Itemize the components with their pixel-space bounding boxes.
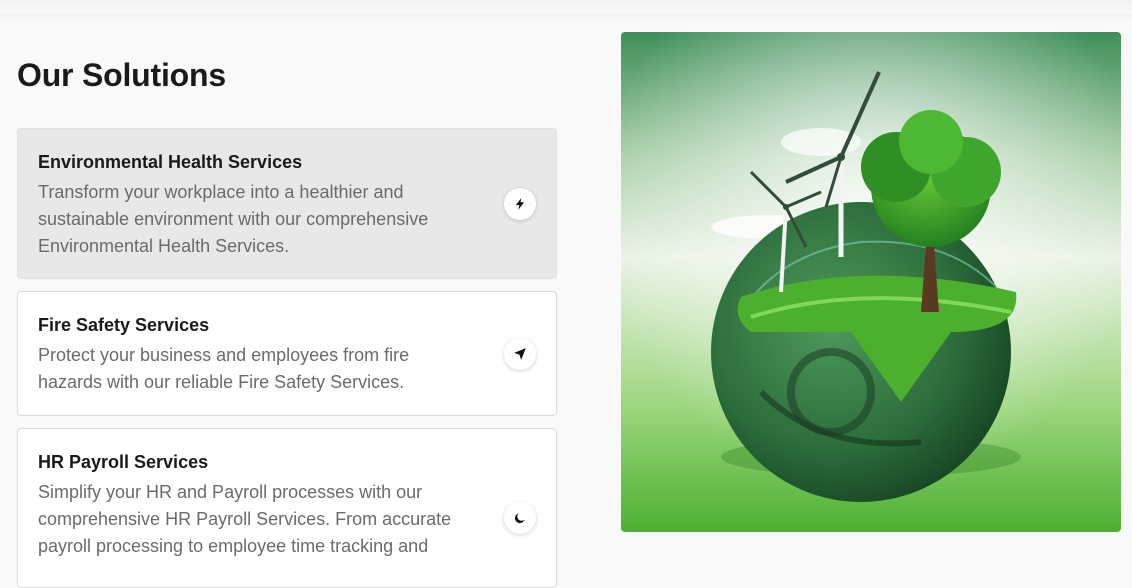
green-globe-illustration: [621, 32, 1121, 532]
solution-card-title: Environmental Health Services: [38, 152, 303, 172]
crescent-moon-icon: [504, 502, 536, 534]
hero-image: [621, 32, 1121, 532]
solution-card-description: Simplify your HR and Payroll processes w…: [38, 482, 452, 556]
solution-card-description: Protect your business and employees from…: [38, 345, 410, 392]
solution-card-description: Transform your workplace into a healthie…: [38, 182, 429, 256]
top-bar: [0, 0, 1132, 14]
solution-card-title: HR Payroll Services: [38, 452, 209, 472]
solution-card-hr-payroll[interactable]: HR Payroll Services Simplify your HR and…: [17, 428, 557, 588]
page-title: Our Solutions: [17, 57, 226, 93]
solution-card-environmental-health[interactable]: Environmental Health Services Transform …: [17, 128, 557, 279]
navigation-arrow-icon: [504, 338, 536, 370]
lightning-bolt-icon: [504, 188, 536, 220]
solution-card-fire-safety[interactable]: Fire Safety Services Protect your busine…: [17, 291, 557, 416]
solution-card-title: Fire Safety Services: [38, 315, 210, 335]
